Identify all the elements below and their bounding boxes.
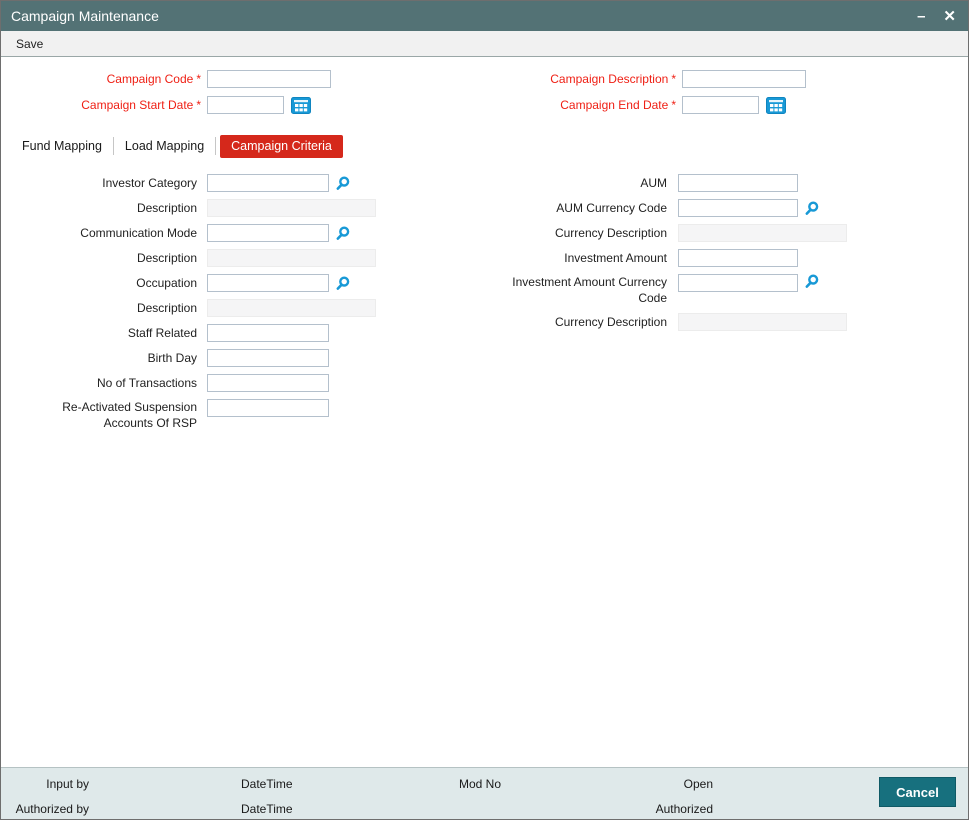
occupation-description-field bbox=[207, 299, 376, 317]
save-button[interactable]: Save bbox=[16, 37, 43, 51]
campaign-end-date-label: Campaign End Date * bbox=[560, 98, 676, 112]
campaign-start-date-input[interactable] bbox=[207, 96, 284, 114]
aum-currency-code-label: AUM Currency Code bbox=[556, 201, 667, 215]
campaign-description-input[interactable] bbox=[682, 70, 806, 88]
required-asterisk: * bbox=[196, 72, 201, 86]
tab-load-mapping[interactable]: Load Mapping bbox=[114, 135, 215, 158]
aum-currency-code-input[interactable] bbox=[678, 199, 798, 217]
investment-currency-description-label: Currency Description bbox=[554, 315, 667, 329]
investment-amount-currency-code-input[interactable] bbox=[678, 274, 798, 292]
investor-category-description-label: Description bbox=[136, 201, 197, 215]
tab-fund-mapping[interactable]: Fund Mapping bbox=[11, 135, 113, 158]
staff-related-label: Staff Related bbox=[127, 326, 197, 340]
occupation-input[interactable] bbox=[207, 274, 329, 292]
investment-amount-input[interactable] bbox=[678, 249, 798, 267]
aum-input[interactable] bbox=[678, 174, 798, 192]
search-icon[interactable] bbox=[335, 225, 350, 241]
authorized-by-label: Authorized by bbox=[15, 802, 89, 816]
campaign-description-label: Campaign Description * bbox=[550, 72, 676, 86]
footer-bar: Input by DateTime Mod No Open Authorized… bbox=[1, 767, 968, 819]
authorized-status-label: Authorized bbox=[655, 802, 713, 816]
campaign-code-label: Campaign Code * bbox=[106, 72, 201, 86]
communication-mode-description-label: Description bbox=[136, 251, 197, 265]
no-of-transactions-input[interactable] bbox=[207, 374, 329, 392]
aum-label: AUM bbox=[640, 176, 667, 190]
minimize-icon[interactable]: – bbox=[917, 9, 925, 24]
toolbar: Save bbox=[1, 31, 968, 57]
search-icon[interactable] bbox=[804, 200, 819, 216]
reactivated-suspension-accounts-input[interactable] bbox=[207, 399, 329, 417]
calendar-icon[interactable] bbox=[291, 96, 311, 114]
reactivated-suspension-accounts-label: Re-Activated Suspension Accounts Of RSP bbox=[62, 400, 197, 430]
birth-day-label: Birth Day bbox=[147, 351, 197, 365]
campaign-criteria-panel: Investor Category Description Communicat… bbox=[1, 158, 968, 438]
communication-mode-description-field bbox=[207, 249, 376, 267]
close-icon[interactable]: ✕ bbox=[943, 9, 956, 24]
tab-campaign-criteria[interactable]: Campaign Criteria bbox=[220, 134, 343, 158]
investor-category-input[interactable] bbox=[207, 174, 329, 192]
campaign-maintenance-window: Campaign Maintenance – ✕ Save Campaign C… bbox=[0, 0, 969, 820]
birth-day-input[interactable] bbox=[207, 349, 329, 367]
communication-mode-input[interactable] bbox=[207, 224, 329, 242]
staff-related-input[interactable] bbox=[207, 324, 329, 342]
datetime-label: DateTime bbox=[241, 802, 293, 816]
required-asterisk: * bbox=[671, 98, 676, 112]
datetime-label: DateTime bbox=[241, 777, 293, 791]
investment-amount-label: Investment Amount bbox=[564, 251, 667, 265]
investor-category-label: Investor Category bbox=[102, 176, 197, 190]
aum-currency-description-label: Currency Description bbox=[554, 226, 667, 240]
aum-currency-description-field bbox=[678, 224, 847, 242]
occupation-label: Occupation bbox=[136, 276, 197, 290]
required-asterisk: * bbox=[671, 72, 676, 86]
window-titlebar: Campaign Maintenance – ✕ bbox=[1, 1, 968, 31]
search-icon[interactable] bbox=[335, 275, 350, 291]
input-by-label: Input by bbox=[46, 777, 89, 791]
cancel-button[interactable]: Cancel bbox=[879, 777, 956, 807]
investment-currency-description-field bbox=[678, 313, 847, 331]
occupation-description-label: Description bbox=[136, 301, 197, 315]
investment-amount-currency-code-label: Investment Amount Currency Code bbox=[512, 275, 667, 305]
communication-mode-label: Communication Mode bbox=[80, 226, 197, 240]
investor-category-description-field bbox=[207, 199, 376, 217]
search-icon[interactable] bbox=[804, 274, 819, 289]
campaign-end-date-input[interactable] bbox=[682, 96, 759, 114]
tab-separator bbox=[215, 137, 217, 155]
header-form: Campaign Code * Campaign Start Date * Camp… bbox=[1, 57, 968, 122]
required-asterisk: * bbox=[196, 98, 201, 112]
tab-bar: Fund Mapping Load Mapping Campaign Crite… bbox=[1, 134, 968, 158]
search-icon[interactable] bbox=[335, 175, 350, 191]
campaign-start-date-label: Campaign Start Date * bbox=[81, 98, 201, 112]
window-title: Campaign Maintenance bbox=[11, 8, 159, 24]
open-status-label: Open bbox=[683, 777, 713, 791]
campaign-code-input[interactable] bbox=[207, 70, 331, 88]
no-of-transactions-label: No of Transactions bbox=[96, 376, 197, 390]
mod-no-label: Mod No bbox=[459, 777, 502, 791]
calendar-icon[interactable] bbox=[766, 96, 786, 114]
